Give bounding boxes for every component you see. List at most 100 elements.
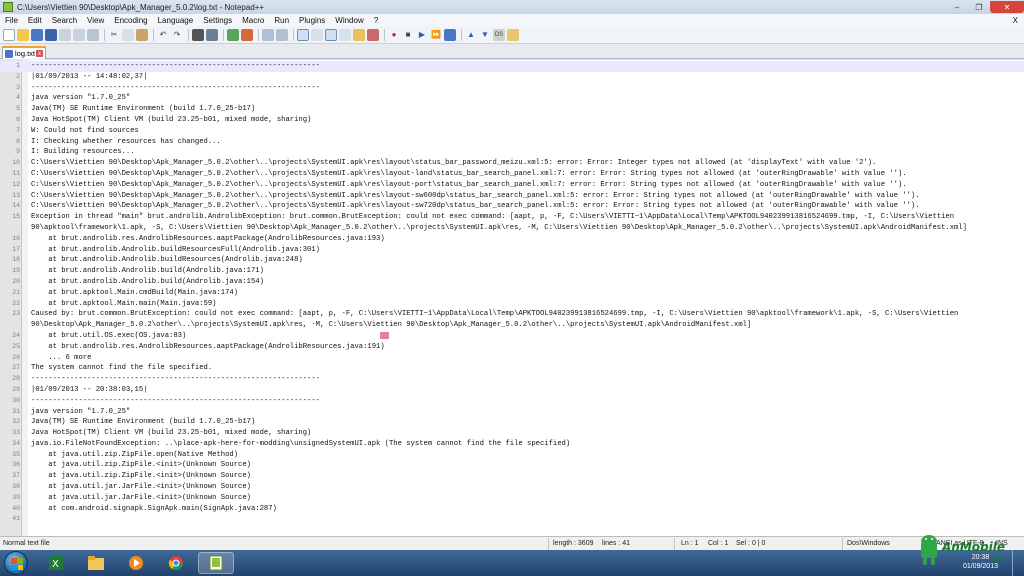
editor-line[interactable]: 32 Java(TM) SE Runtime Environment (build… (0, 417, 1024, 428)
menu-window[interactable]: Window (330, 16, 368, 25)
show-desktop-button[interactable] (1012, 550, 1024, 576)
editor-line[interactable]: 20 at brut.androlib.Androlib.build(Andro… (0, 277, 1024, 288)
lang-udl-icon[interactable] (339, 28, 351, 41)
editor-line[interactable]: 38 at java.util.jar.JarFile.<init>(Unkno… (0, 482, 1024, 493)
macro-play-icon[interactable]: ▶ (416, 29, 428, 41)
save-icon[interactable] (31, 28, 43, 41)
editor-line[interactable]: 14 C:\Users\Viettien 90\Desktop\Apk_Manag… (0, 201, 1024, 212)
taskbar-chrome[interactable] (158, 552, 194, 574)
editor-line[interactable]: 19 at brut.androlib.Androlib.build(Andro… (0, 266, 1024, 277)
editor-line[interactable]: 90\apktool\framework\1.apk, -S, C:\Users… (0, 223, 1024, 234)
taskbar-explorer[interactable] (78, 552, 114, 574)
editor-line[interactable]: 35 at java.util.zip.ZipFile.open(Native … (0, 450, 1024, 461)
function-list-icon[interactable] (367, 28, 379, 41)
open-file-icon[interactable] (17, 28, 29, 41)
menu-search[interactable]: Search (47, 16, 82, 25)
cut-icon[interactable]: ✂ (108, 29, 120, 41)
tab-close-icon[interactable]: x (36, 50, 43, 57)
editor-line[interactable]: 12 C:\Users\Viettien 90\Desktop\Apk_Manag… (0, 180, 1024, 191)
close-file-icon[interactable] (59, 28, 71, 41)
plugin-ds-icon[interactable]: DS (493, 28, 505, 41)
clock[interactable]: 20:38 01/09/2013 (963, 553, 998, 571)
editor-line[interactable]: 37 at java.util.zip.ZipFile.<init>(Unkno… (0, 471, 1024, 482)
menu-help[interactable]: ? (369, 16, 383, 25)
text-editor[interactable]: 1 ---------------------------------------… (0, 60, 1024, 536)
menu-file[interactable]: File (0, 16, 23, 25)
menu-encoding[interactable]: Encoding (109, 16, 152, 25)
editor-line[interactable]: 21 at brut.apktool.Main.cmdBuild(Main.ja… (0, 288, 1024, 299)
macro-play-multiple-icon[interactable]: ⏩ (430, 29, 442, 41)
macro-save-icon[interactable] (444, 28, 456, 41)
editor-line[interactable]: 34 java.io.FileNotFoundException: ..\plac… (0, 439, 1024, 450)
redo-icon[interactable]: ↷ (171, 29, 183, 41)
editor-line[interactable]: 25 at brut.androlib.res.AndrolibResource… (0, 342, 1024, 353)
plugin-down-icon[interactable]: ▼ (479, 29, 491, 41)
editor-line[interactable]: 16 at brut.androlib.res.AndrolibResource… (0, 234, 1024, 245)
indent-guide-icon[interactable] (325, 28, 337, 41)
macro-record-icon[interactable]: ● (388, 29, 400, 41)
plugin-up-icon[interactable]: ▲ (465, 29, 477, 41)
sync-vertical-icon[interactable] (262, 28, 274, 41)
undo-icon[interactable]: ↶ (157, 29, 169, 41)
editor-line[interactable]: 2 |01/09/2013 -- 14:48:02,37| (0, 72, 1024, 83)
editor-line[interactable]: 11 C:\Users\Viettien 90\Desktop\Apk_Manag… (0, 169, 1024, 180)
editor-line[interactable]: 41 (0, 514, 1024, 525)
editor-line[interactable]: 36 at java.util.zip.ZipFile.<init>(Unkno… (0, 460, 1024, 471)
editor-line[interactable]: 5 Java(TM) SE Runtime Environment (build … (0, 104, 1024, 115)
taskbar-media-player[interactable] (118, 552, 154, 574)
editor-line[interactable]: 10 C:\Users\Viettien 90\Desktop\Apk_Manag… (0, 158, 1024, 169)
editor-line[interactable]: 22 at brut.apktool.Main.main(Main.java:5… (0, 299, 1024, 310)
close-button[interactable]: ✕ (990, 1, 1024, 13)
print-icon[interactable] (87, 28, 99, 41)
editor-line[interactable]: 15 Exception in thread "main" brut.androl… (0, 212, 1024, 223)
menu-settings[interactable]: Settings (198, 16, 237, 25)
show-all-chars-icon[interactable] (311, 28, 323, 41)
editor-line[interactable]: 30 --------------------------------------… (0, 396, 1024, 407)
editor-line[interactable]: 3 ---------------------------------------… (0, 83, 1024, 94)
editor-line[interactable]: 9 I: Building resources... (0, 147, 1024, 158)
zoom-in-icon[interactable] (227, 28, 239, 41)
editor-line[interactable]: 6 Java HotSpot(TM) Client VM (build 23.25… (0, 115, 1024, 126)
zoom-out-icon[interactable] (241, 28, 253, 41)
new-file-icon[interactable] (3, 28, 15, 41)
editor-line[interactable]: 24 at brut.util.OS.exec(OS.java:83) (0, 331, 1024, 342)
menu-edit[interactable]: Edit (23, 16, 47, 25)
editor-line[interactable]: 4 java version "1.7.0_25" (0, 93, 1024, 104)
editor-line[interactable]: 8 I: Checking whether resources has chang… (0, 137, 1024, 148)
editor-line[interactable]: 17 at brut.androlib.Androlib.buildResour… (0, 245, 1024, 256)
editor-line[interactable]: 90\Desktop\Apk_Manager_5.0.2\other\..\pr… (0, 320, 1024, 331)
plugin-clipboard-icon[interactable] (507, 28, 519, 41)
macro-stop-icon[interactable]: ■ (402, 29, 414, 41)
editor-line[interactable]: 29 |01/09/2013 -- 20:38:03,15| (0, 385, 1024, 396)
find-icon[interactable] (192, 28, 204, 41)
maximize-button[interactable]: ❐ (968, 1, 990, 13)
window-titlebar[interactable]: C:\Users\Viettien 90\Desktop\Apk_Manager… (0, 0, 1024, 14)
editor-line[interactable]: 27 The system cannot find the file specif… (0, 363, 1024, 374)
editor-line[interactable]: 13 C:\Users\Viettien 90\Desktop\Apk_Manag… (0, 191, 1024, 202)
editor-line[interactable]: 33 Java HotSpot(TM) Client VM (build 23.2… (0, 428, 1024, 439)
editor-line[interactable]: 26 ... 6 more (0, 353, 1024, 364)
editor-line[interactable]: 28 --------------------------------------… (0, 374, 1024, 385)
menu-view[interactable]: View (82, 16, 109, 25)
menu-language[interactable]: Language (153, 16, 199, 25)
copy-icon[interactable] (122, 28, 134, 41)
editor-line[interactable]: 1 ---------------------------------------… (0, 61, 1024, 72)
start-button[interactable] (4, 551, 28, 575)
editor-line[interactable]: 23 Caused by: brut.common.BrutException: … (0, 309, 1024, 320)
editor-line[interactable]: 18 at brut.androlib.Androlib.buildResour… (0, 255, 1024, 266)
menu-macro[interactable]: Macro (237, 16, 269, 25)
editor-line[interactable]: 40 at com.android.signapk.SignApk.main(S… (0, 504, 1024, 515)
menu-plugins[interactable]: Plugins (294, 16, 330, 25)
paste-icon[interactable] (136, 28, 148, 41)
sync-horizontal-icon[interactable] (276, 28, 288, 41)
editor-line[interactable]: 7 W: Could not find sources (0, 126, 1024, 137)
word-wrap-icon[interactable] (297, 28, 309, 41)
doc-map-icon[interactable] (353, 28, 365, 41)
save-all-icon[interactable] (45, 28, 57, 41)
replace-icon[interactable] (206, 28, 218, 41)
menu-run[interactable]: Run (269, 16, 294, 25)
close-all-icon[interactable] (73, 28, 85, 41)
editor-line[interactable]: 31 java version "1.7.0_25" (0, 407, 1024, 418)
minimize-button[interactable]: – (946, 1, 968, 13)
taskbar-notepadpp[interactable] (198, 552, 234, 574)
